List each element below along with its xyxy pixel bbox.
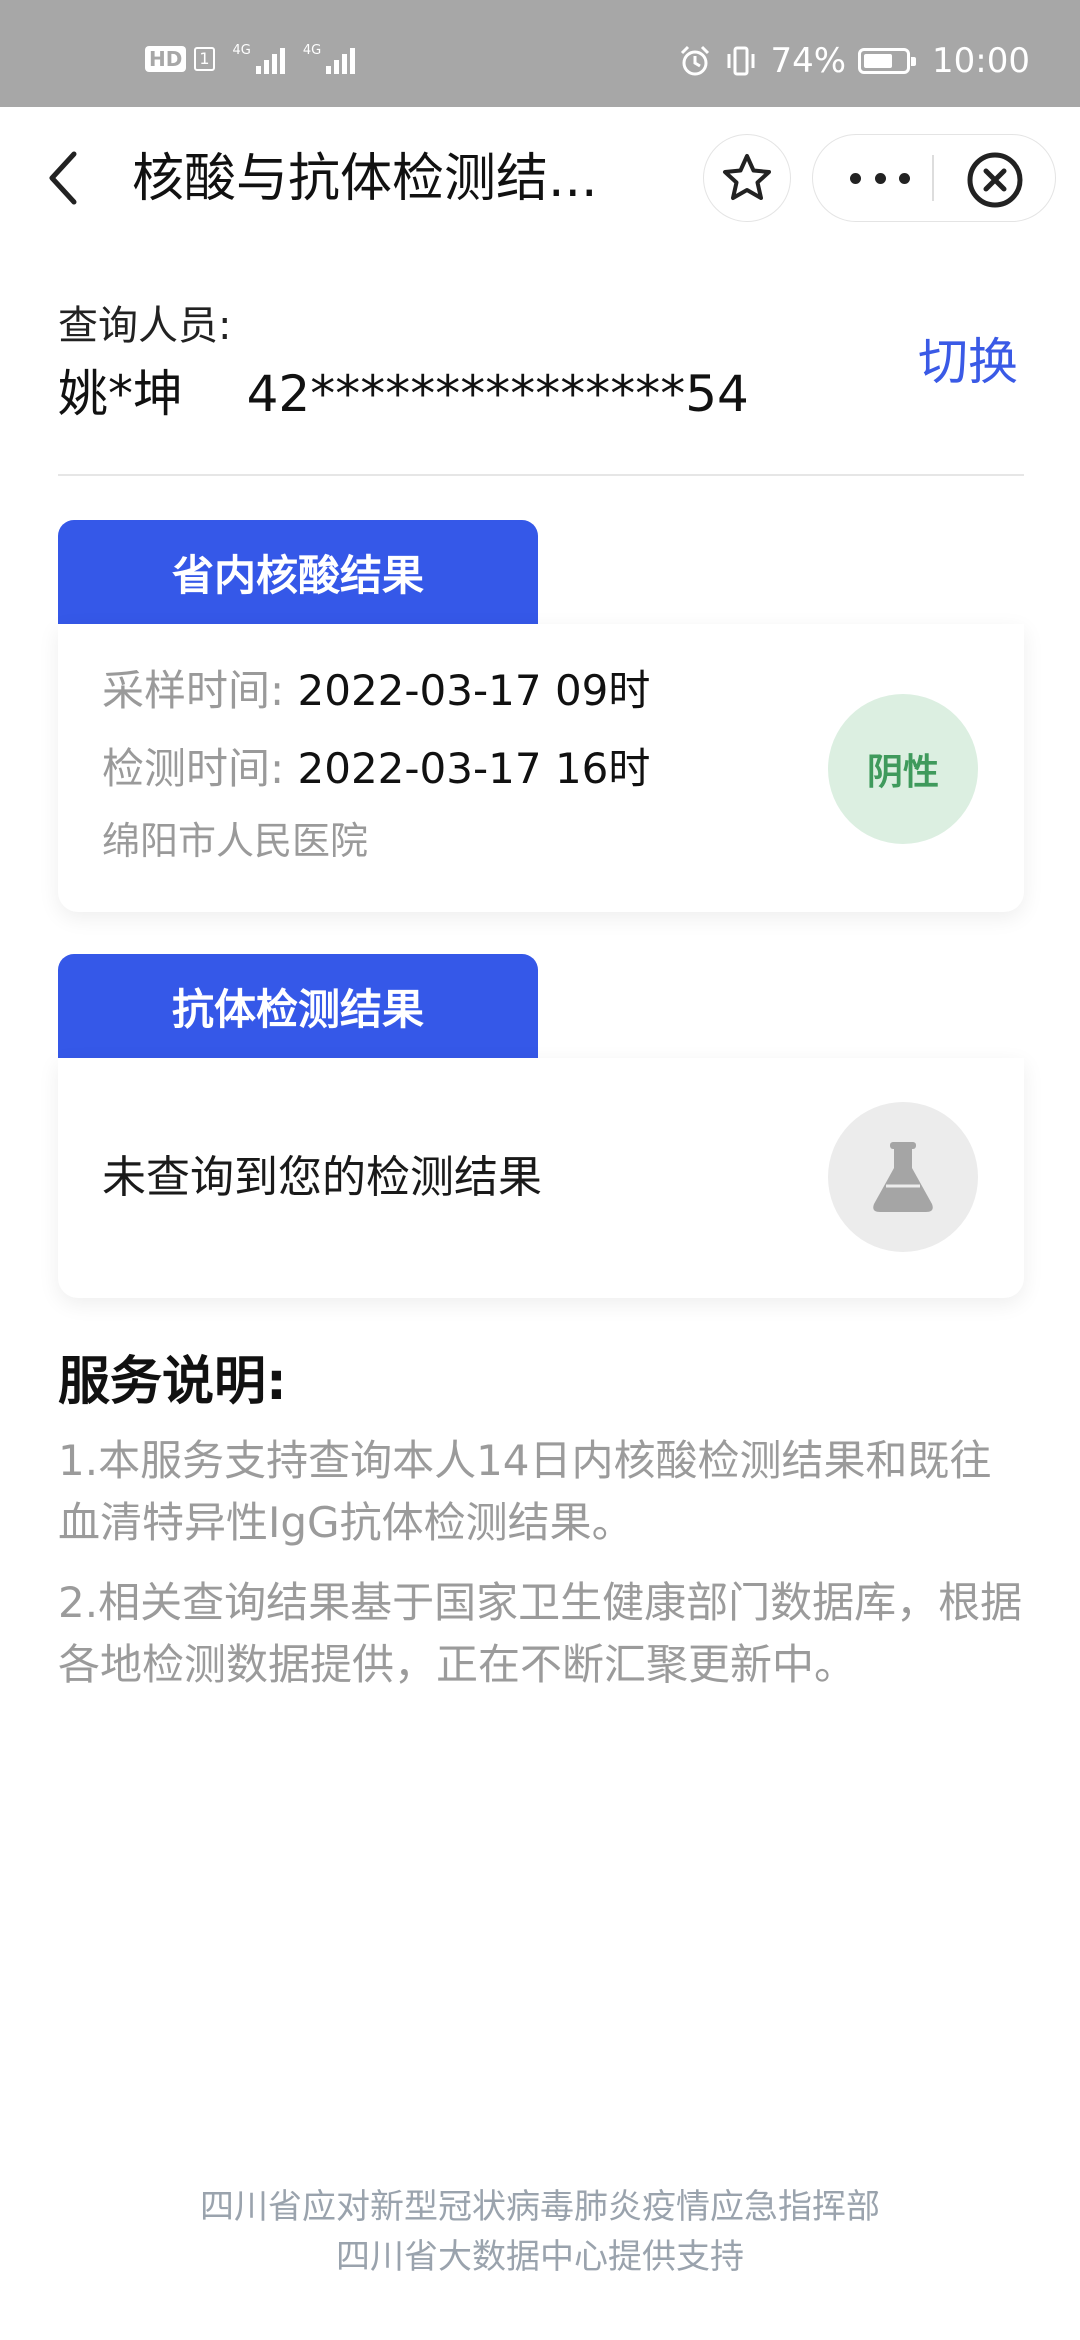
flask-icon xyxy=(873,1142,933,1212)
battery-fill xyxy=(864,54,893,68)
vibrate-icon xyxy=(727,46,755,76)
test-time-value: 2022-03-17 16时 xyxy=(297,744,651,793)
nucleic-result-tab: 省内核酸结果 xyxy=(58,520,538,624)
clock: 10:00 xyxy=(932,41,1030,81)
sim-icon: 1 xyxy=(194,47,215,71)
service-paragraph-1: 1.本服务支持查询本人14日内核酸检测结果和既往血清特异性IgG抗体检测结果。 xyxy=(58,1436,992,1547)
switch-person-link[interactable]: 切换 xyxy=(918,332,1018,392)
service-paragraph-2: 2.相关查询结果基于国家卫生健康部门数据库，根据各地检测数据提供，正在不断汇聚更… xyxy=(58,1578,1023,1689)
more-dot-icon xyxy=(850,172,861,184)
network-label-2: 4G xyxy=(302,43,322,58)
negative-result-badge: 阴性 xyxy=(828,694,978,844)
query-person-label: 查询人员: xyxy=(58,303,232,349)
status-bar: HD 1 4G 4G 74% 10:00 xyxy=(0,0,1080,107)
test-time-label: 检测时间: xyxy=(102,744,285,793)
back-button[interactable] xyxy=(40,148,90,208)
star-icon xyxy=(723,154,771,200)
test-time-row: 检测时间: 2022-03-17 16时 xyxy=(102,740,650,798)
antibody-result-tab: 抗体检测结果 xyxy=(58,954,538,1058)
no-result-message: 未查询到您的检测结果 xyxy=(102,1152,542,1203)
favorite-button[interactable] xyxy=(703,134,791,222)
network-label-1: 4G xyxy=(232,43,251,58)
status-left: HD 1 4G 4G xyxy=(145,43,356,74)
battery-percent: 74% xyxy=(770,41,847,81)
footer-line-2: 四川省大数据中心提供支持 xyxy=(336,2237,744,2277)
sample-time-label: 采样时间: xyxy=(102,666,285,715)
chevron-left-icon xyxy=(49,151,77,205)
flask-badge xyxy=(828,1102,978,1252)
divider xyxy=(58,474,1024,476)
alarm-icon xyxy=(681,45,710,76)
antibody-result-card: 未查询到您的检测结果 xyxy=(58,1058,1024,1298)
query-person-value: 姚*坤 42***************54 xyxy=(58,365,749,423)
more-button[interactable] xyxy=(850,160,910,196)
sample-time-value: 2022-03-17 09时 xyxy=(297,666,651,715)
close-circle-icon xyxy=(967,152,1023,208)
capsule-divider xyxy=(932,155,934,201)
footer-line-1: 四川省应对新型冠状病毒肺炎疫情应急指挥部 xyxy=(200,2187,880,2227)
nucleic-result-card: 采样时间: 2022-03-17 09时 检测时间: 2022-03-17 16… xyxy=(58,624,1024,912)
service-title: 服务说明: xyxy=(58,1352,287,1412)
close-button[interactable] xyxy=(965,150,1025,210)
status-right: 74% 10:00 xyxy=(678,44,1030,78)
sample-time-row: 采样时间: 2022-03-17 09时 xyxy=(102,662,650,720)
battery-icon xyxy=(858,48,917,74)
signal-icon-2: 4G xyxy=(302,43,356,74)
page-title: 核酸与抗体检测结... xyxy=(132,149,598,209)
hd-icon: HD xyxy=(145,46,187,72)
signal-icon-1: 4G xyxy=(233,44,285,74)
hospital-name: 绵阳市人民医院 xyxy=(102,819,369,863)
